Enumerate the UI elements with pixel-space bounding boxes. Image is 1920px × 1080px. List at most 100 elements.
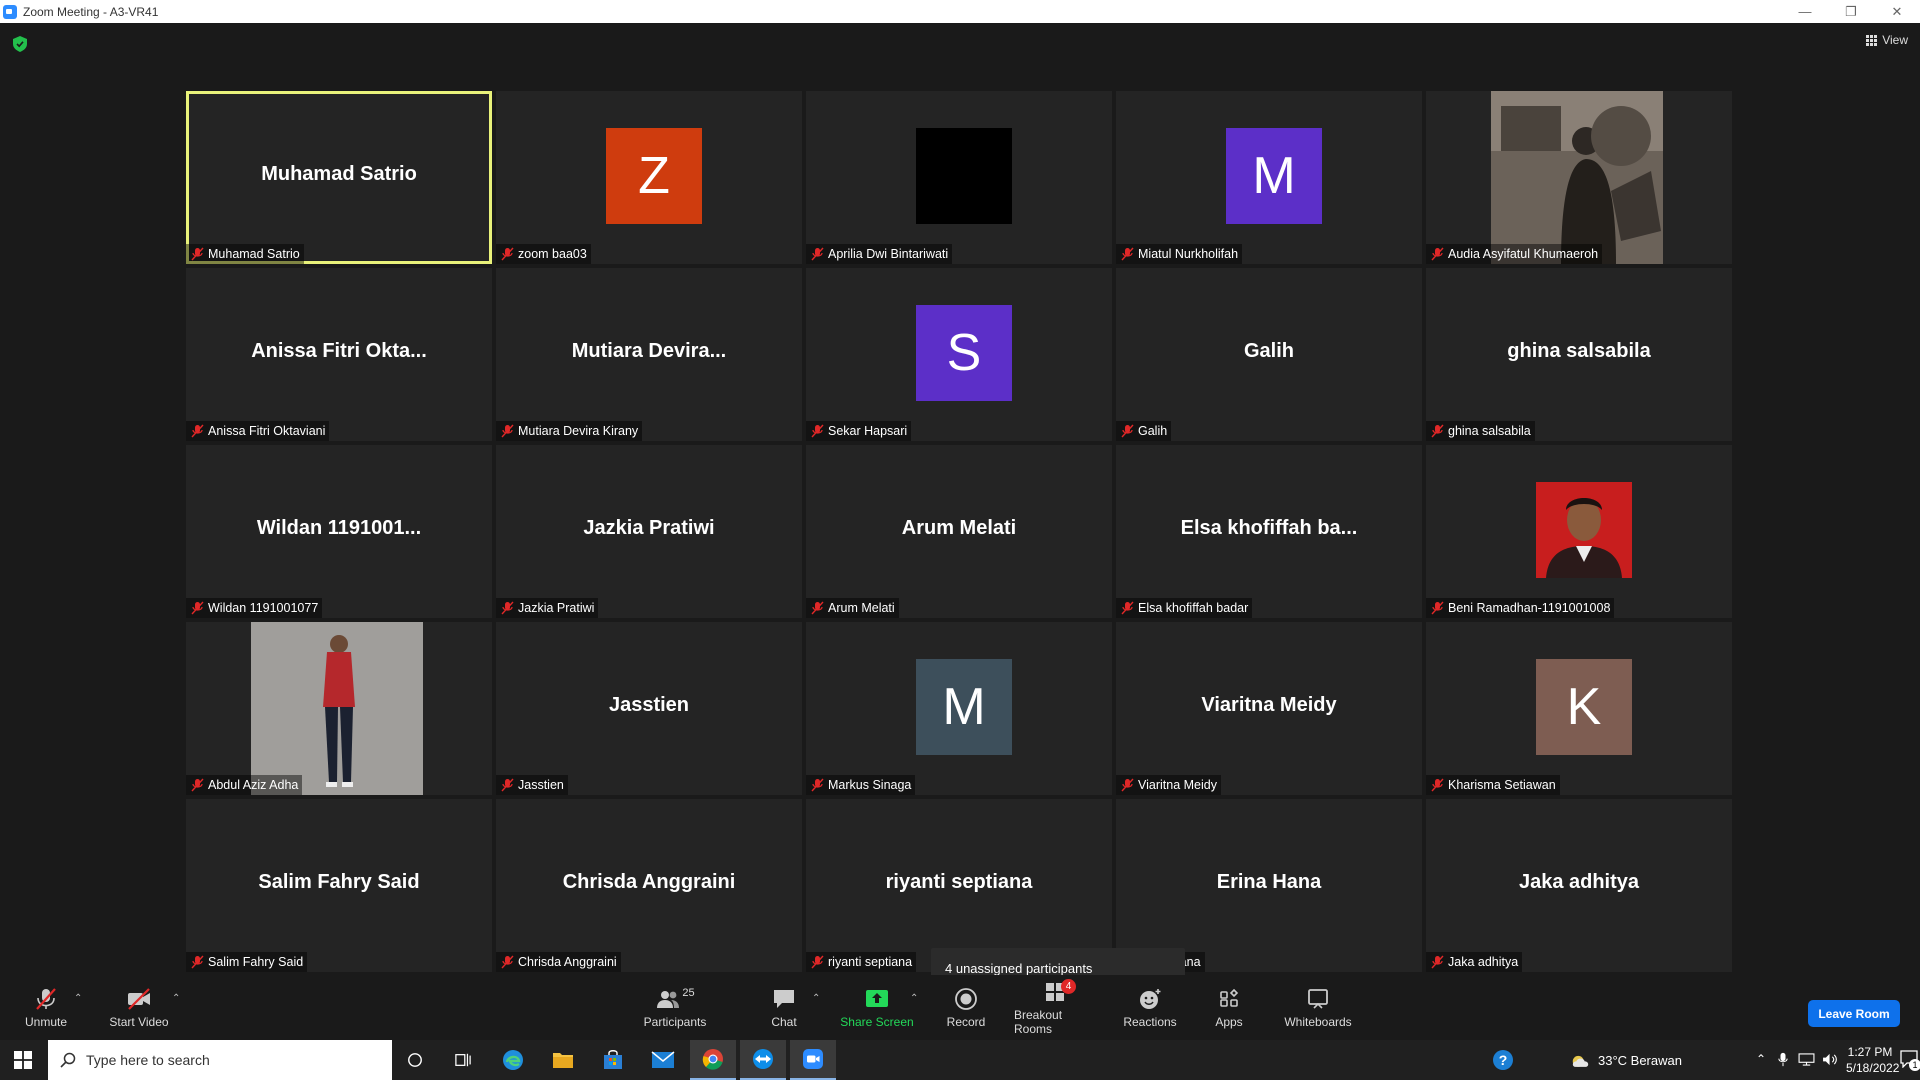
participant-name-caption: Mutiara Devira Kirany <box>496 421 643 441</box>
participant-tile[interactable]: Galih Galih <box>1116 268 1422 441</box>
start-video-button[interactable]: Start Video <box>104 975 174 1040</box>
volume-icon[interactable] <box>1822 1053 1839 1066</box>
security-shield-icon[interactable] <box>13 36 27 52</box>
tray-overflow-chevron-icon[interactable]: ⌃ <box>1756 1052 1766 1066</box>
share-screen-button[interactable]: Share Screen <box>838 975 916 1040</box>
participant-avatar <box>916 128 1012 224</box>
video-options-caret-icon[interactable]: ⌃ <box>172 993 180 1004</box>
muted-mic-icon <box>811 778 824 792</box>
reactions-button[interactable]: Reactions <box>1122 975 1178 1040</box>
share-options-caret-icon[interactable]: ⌃ <box>910 993 918 1004</box>
muted-mic-icon <box>501 601 514 615</box>
participant-tile[interactable]: Jaka adhitya Jaka adhitya <box>1426 799 1732 972</box>
weather-widget[interactable]: 33°C Berawan <box>1570 1040 1682 1080</box>
participant-tile[interactable]: Jazkia Pratiwi Jazkia Pratiwi <box>496 445 802 618</box>
participant-tile[interactable]: Chrisda Anggraini Chrisda Anggraini <box>496 799 802 972</box>
muted-mic-icon <box>1121 601 1134 615</box>
notifications-button[interactable]: 1 <box>1900 1050 1920 1071</box>
participants-count: 25 <box>682 986 695 999</box>
participant-tile[interactable]: M Miatul Nurkholifah <box>1116 91 1422 264</box>
participants-button[interactable]: 25 Participants <box>640 975 710 1040</box>
participant-tile[interactable]: Abdul Aziz Adha <box>186 622 492 795</box>
participant-tile[interactable]: Wildan 1191001... Wildan 1191001077 <box>186 445 492 618</box>
participant-tile[interactable]: riyanti septiana riyanti septiana <box>806 799 1112 972</box>
participant-tile[interactable]: Mutiara Devira... Mutiara Devira Kirany <box>496 268 802 441</box>
taskbar-mail[interactable] <box>640 1040 686 1080</box>
reactions-icon <box>1140 988 1161 1009</box>
mail-icon <box>651 1051 675 1068</box>
taskbar-zoom[interactable] <box>790 1040 836 1080</box>
participant-display-name: Elsa khofiffah ba... <box>1180 517 1358 539</box>
unmute-button[interactable]: Unmute <box>20 975 72 1040</box>
edge-icon <box>503 1050 523 1070</box>
chat-button[interactable]: Chat <box>762 975 806 1040</box>
whiteboards-button[interactable]: Whiteboards <box>1280 975 1356 1040</box>
participant-name: ghina salsabila <box>1448 424 1531 438</box>
participant-tile[interactable]: Audia Asyifatul Khumaeroh <box>1426 91 1732 264</box>
participant-tile[interactable]: Jasstien Jasstien <box>496 622 802 795</box>
participant-tile[interactable]: ghina salsabila ghina salsabila <box>1426 268 1732 441</box>
help-tray-button[interactable]: ? <box>1480 1040 1526 1080</box>
unmute-label: Unmute <box>24 1014 68 1029</box>
muted-mic-icon <box>1431 247 1444 261</box>
clock[interactable]: 1:27 PM 5/18/2022 <box>1846 1044 1899 1076</box>
participant-name: Kharisma Setiawan <box>1448 778 1556 792</box>
participant-display-name: Mutiara Devira... <box>571 340 727 362</box>
minimize-icon[interactable]: — <box>1782 0 1828 23</box>
participant-tile[interactable]: Beni Ramadhan-1191001008 <box>1426 445 1732 618</box>
taskbar-teamviewer[interactable] <box>740 1040 786 1080</box>
participant-tile[interactable]: Anissa Fitri Okta... Anissa Fitri Oktavia… <box>186 268 492 441</box>
participant-tile[interactable]: K Kharisma Setiawan <box>1426 622 1732 795</box>
breakout-rooms-icon: 4 <box>1043 978 1076 1004</box>
muted-mic-icon <box>1121 247 1134 261</box>
participant-display-name: Wildan 1191001... <box>256 517 422 539</box>
muted-mic-icon <box>191 247 204 261</box>
restore-icon[interactable]: ❐ <box>1828 0 1874 23</box>
start-button[interactable] <box>0 1040 46 1080</box>
taskbar-chrome[interactable] <box>690 1040 736 1080</box>
record-button[interactable]: Record <box>944 975 988 1040</box>
record-label: Record <box>946 1014 986 1029</box>
participant-display-name: Jasstien <box>608 694 690 716</box>
network-icon[interactable] <box>1798 1053 1815 1066</box>
participant-tile[interactable]: Zzoom baa03 <box>496 91 802 264</box>
zoom-icon <box>803 1049 823 1069</box>
close-icon[interactable]: ✕ <box>1874 0 1920 23</box>
participant-name: Viaritna Meidy <box>1138 778 1217 792</box>
folder-icon <box>553 1053 573 1068</box>
window-title: Zoom Meeting - A3-VR41 <box>23 4 159 19</box>
participant-tile[interactable]: S Sekar Hapsari <box>806 268 1112 441</box>
view-button[interactable]: View <box>1866 33 1908 47</box>
reactions-label: Reactions <box>1123 1014 1177 1029</box>
participant-name: Markus Sinaga <box>828 778 912 792</box>
taskbar-search[interactable]: Type here to search <box>48 1040 392 1080</box>
leave-room-button[interactable]: Leave Room <box>1808 1000 1900 1027</box>
participant-tile[interactable]: Arum Melati Arum Melati <box>806 445 1112 618</box>
participant-tile[interactable]: Elsa khofiffah ba... Elsa khofiffah badar <box>1116 445 1422 618</box>
apps-icon <box>1220 988 1239 1007</box>
participant-name: Anissa Fitri Oktaviani <box>208 424 326 438</box>
cortana-button[interactable] <box>392 1040 438 1080</box>
participant-name: zoom baa03 <box>518 247 587 261</box>
microphone-tray-icon[interactable] <box>1778 1052 1788 1067</box>
participant-tile[interactable]: Viaritna Meidy Viaritna Meidy <box>1116 622 1422 795</box>
chat-options-caret-icon[interactable]: ⌃ <box>812 993 820 1004</box>
breakout-rooms-button[interactable]: 4 Breakout Rooms <box>1014 975 1102 1040</box>
taskbar-file-explorer[interactable] <box>540 1040 586 1080</box>
participant-tile[interactable]: Muhamad Satrio Muhamad Satrio <box>186 91 492 264</box>
participant-tile[interactable]: Erina HanaErina Hana <box>1116 799 1422 972</box>
taskbar-store[interactable] <box>590 1040 636 1080</box>
taskbar-edge[interactable] <box>490 1040 536 1080</box>
task-view-button[interactable] <box>440 1040 486 1080</box>
participant-name-caption: Sekar Hapsari <box>806 421 912 441</box>
participant-tile[interactable]: M Markus Sinaga <box>806 622 1112 795</box>
system-tray: ? 33°C Berawan ⌃ 1:27 PM 5/18/2022 1 <box>1480 1040 1920 1080</box>
audio-options-caret-icon[interactable]: ⌃ <box>74 993 82 1004</box>
participant-tile[interactable]: Aprilia Dwi Bintariwati <box>806 91 1112 264</box>
participant-name: Salim Fahry Said <box>208 955 304 969</box>
meeting-toolbar: Unmute ⌃ Start Video ⌃ 25 Participants C… <box>0 975 1920 1040</box>
participant-name-caption: Markus Sinaga <box>806 775 916 795</box>
participant-tile[interactable]: Salim Fahry Said Salim Fahry Said <box>186 799 492 972</box>
apps-button[interactable]: Apps <box>1208 975 1250 1040</box>
participant-name: Aprilia Dwi Bintariwati <box>828 247 949 261</box>
